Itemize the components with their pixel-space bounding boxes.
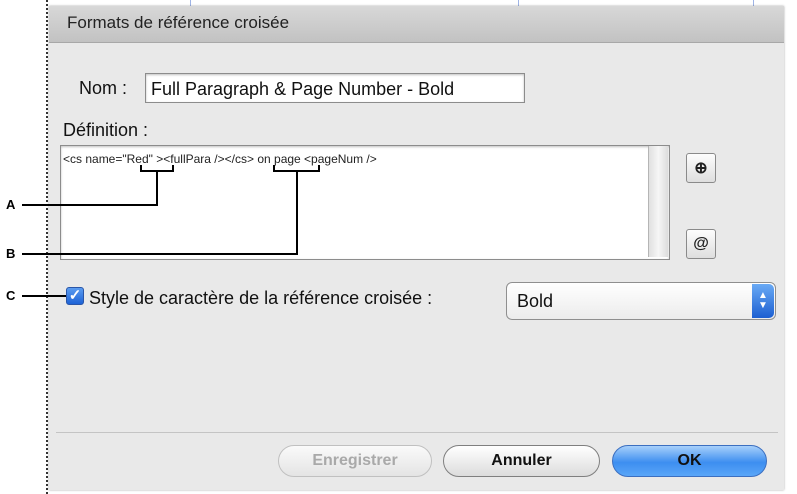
definition-name-value: "Red"	[122, 152, 153, 166]
callout-label-b: B	[6, 246, 16, 261]
insert-special-character-button[interactable]: @	[686, 229, 716, 259]
callout-leader-c	[22, 295, 66, 297]
at-sign-icon: @	[693, 235, 709, 252]
definition-scrollbar[interactable]	[648, 146, 668, 257]
button-separator	[56, 432, 778, 433]
char-style-checkbox[interactable]: ✓	[66, 287, 84, 305]
callout-leader-b	[296, 171, 298, 254]
definition-text: <cs name="Red" ><fullPara /></cs> on pag…	[63, 152, 377, 166]
callout-leader-b	[22, 253, 298, 255]
definition-tag-close: </cs>	[224, 152, 254, 166]
callout-label-c: C	[6, 288, 16, 303]
cancel-button[interactable]: Annuler	[443, 445, 600, 477]
name-field[interactable]: Full Paragraph & Page Number - Bold	[145, 73, 525, 103]
char-style-label: Style de caractère de la référence crois…	[89, 288, 433, 308]
insert-building-block-button[interactable]: ⊕	[686, 153, 716, 183]
callout-leader-a	[22, 204, 158, 206]
definition-pagenum: on page <pageNum />	[254, 152, 377, 166]
char-style-select[interactable]: Bold	[506, 282, 776, 320]
plus-tag-icon: ⊕	[694, 160, 708, 177]
ok-button[interactable]: OK	[612, 445, 767, 477]
callout-leader-a	[156, 171, 158, 205]
name-label: Nom :	[79, 78, 128, 98]
page-guide-line	[46, 0, 48, 494]
definition-label: Définition :	[63, 120, 149, 140]
callout-label-a: A	[6, 197, 16, 212]
definition-fullpara: ><fullPara />	[152, 152, 225, 166]
dialog-title: Formats de référence croisée	[67, 13, 290, 32]
select-arrows-icon: ▲ ▼	[752, 284, 774, 318]
save-button[interactable]: Enregistrer	[278, 445, 432, 477]
definition-tag-open: <cs name=	[63, 152, 123, 166]
